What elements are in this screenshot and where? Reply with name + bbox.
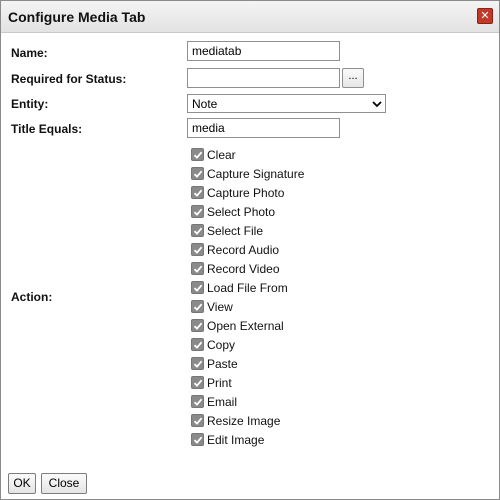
name-label: Name: — [11, 46, 48, 60]
action-checkbox[interactable] — [191, 167, 204, 180]
action-checkbox-label: Edit Image — [207, 433, 265, 447]
action-checkbox[interactable] — [191, 300, 204, 313]
action-checkbox-label: Copy — [207, 338, 236, 352]
dialog-titlebar: Configure Media Tab ✕ — [1, 1, 499, 33]
action-checkbox-label: Open External — [207, 319, 284, 333]
action-checkbox[interactable] — [191, 376, 204, 389]
action-checkbox[interactable] — [191, 395, 204, 408]
close-icon[interactable]: ✕ — [477, 8, 493, 24]
action-checkbox[interactable] — [191, 338, 204, 351]
entity-select[interactable]: Note — [187, 94, 386, 113]
action-checkbox[interactable] — [191, 281, 204, 294]
checkmark-icon — [193, 322, 203, 330]
checkmark-icon — [193, 417, 203, 425]
checkmark-icon — [193, 379, 203, 387]
action-checkbox[interactable] — [191, 224, 204, 237]
required-for-status-field[interactable] — [187, 68, 340, 88]
entity-selected-value: Note — [192, 97, 218, 111]
action-label: Action: — [11, 290, 53, 304]
action-checkbox-label: Paste — [207, 357, 238, 371]
title-equals-label: Title Equals: — [11, 122, 83, 136]
title-equals-field[interactable] — [187, 118, 340, 138]
checkmark-icon — [193, 246, 203, 254]
action-checkbox[interactable] — [191, 205, 204, 218]
checkmark-icon — [193, 284, 203, 292]
name-field[interactable] — [187, 41, 340, 61]
action-checkbox-label: Email — [207, 395, 238, 409]
action-checkbox-label: Capture Photo — [207, 186, 285, 200]
chevron-down-icon — [372, 101, 382, 108]
ok-button[interactable]: OK — [8, 473, 36, 494]
checkmark-icon — [193, 170, 203, 178]
checkmark-icon — [193, 360, 203, 368]
action-checkbox-label: Select File — [207, 224, 264, 238]
dialog-title: Configure Media Tab — [8, 9, 146, 25]
action-checkbox-label: Clear — [207, 148, 236, 162]
action-checkbox-label: View — [207, 300, 233, 314]
configure-media-tab-dialog: Configure Media Tab ✕ Name: Required for… — [0, 0, 500, 500]
action-checkbox[interactable] — [191, 319, 204, 332]
action-checkbox-label: Print — [207, 376, 232, 390]
checkmark-icon — [193, 189, 203, 197]
required-for-status-label: Required for Status: — [11, 72, 127, 86]
action-checkbox-label: Select Photo — [207, 205, 276, 219]
action-checkbox-label: Resize Image — [207, 414, 281, 428]
action-checkbox[interactable] — [191, 148, 204, 161]
action-checkbox[interactable] — [191, 414, 204, 427]
action-checkbox[interactable] — [191, 262, 204, 275]
checkmark-icon — [193, 208, 203, 216]
checkmark-icon — [193, 265, 203, 273]
action-checkbox-label: Load File From — [207, 281, 288, 295]
action-checkbox[interactable] — [191, 243, 204, 256]
browse-status-button[interactable]: ... — [342, 68, 364, 88]
action-checkbox-label: Capture Signature — [207, 167, 305, 181]
checkmark-icon — [193, 151, 203, 159]
close-button[interactable]: Close — [41, 473, 87, 494]
action-checkbox-label: Record Audio — [207, 243, 280, 257]
action-checkbox-label: Record Video — [207, 262, 280, 276]
checkmark-icon — [193, 227, 203, 235]
action-checkbox[interactable] — [191, 433, 204, 446]
checkmark-icon — [193, 303, 203, 311]
action-checkbox[interactable] — [191, 357, 204, 370]
checkmark-icon — [193, 436, 203, 444]
checkmark-icon — [193, 398, 203, 406]
action-checkbox[interactable] — [191, 186, 204, 199]
entity-label: Entity: — [11, 97, 49, 111]
checkmark-icon — [193, 341, 203, 349]
